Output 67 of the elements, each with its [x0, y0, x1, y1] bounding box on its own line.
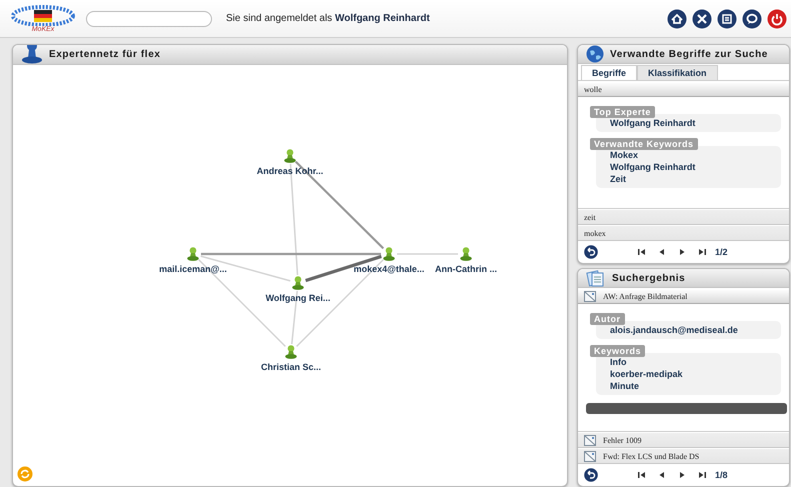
list-item[interactable]: Fwd: Flex LCS und Blade DS: [578, 448, 789, 464]
list-item[interactable]: mokex: [578, 225, 789, 241]
person-icon[interactable]: [285, 345, 297, 359]
entry-text[interactable]: Info: [610, 357, 769, 367]
person-icon[interactable]: [383, 247, 395, 261]
item-title: mokex: [584, 228, 606, 238]
first-page-icon[interactable]: [638, 471, 646, 479]
person-icon[interactable]: [284, 149, 296, 163]
first-page-icon[interactable]: [638, 248, 646, 256]
item-title: Fehler 1009: [603, 436, 642, 444]
section-label: Verwandte Keywords: [590, 138, 698, 150]
node-label[interactable]: Wolfgang Rei...: [266, 293, 330, 303]
next-page-icon[interactable]: [678, 471, 686, 479]
entry-text[interactable]: Mokex: [610, 150, 769, 160]
previous-page-icon[interactable]: [658, 248, 666, 256]
search-field[interactable]: [86, 10, 212, 26]
entry-text[interactable]: Zeit: [610, 174, 769, 184]
list-item[interactable]: Fehler 1009: [578, 432, 789, 448]
node-label[interactable]: mokex4@thale...: [354, 264, 424, 274]
list-item[interactable]: AW: Anfrage Bildmaterial: [578, 288, 789, 304]
item-title: AW: Anfrage Bildmaterial: [603, 292, 688, 300]
last-page-icon[interactable]: [698, 248, 706, 256]
documents-icon: [586, 269, 606, 287]
next-page-icon[interactable]: [678, 248, 686, 256]
item-title: Fwd: Flex LCS und Blade DS: [603, 452, 700, 460]
node-label[interactable]: mail.iceman@...: [159, 264, 227, 274]
section-label: Top Experte: [590, 106, 655, 118]
item-title: zeit: [584, 212, 596, 222]
tab[interactable]: Begriffe: [581, 65, 638, 80]
node-label[interactable]: Ann-Cathrin ...: [435, 264, 497, 274]
chat-icon[interactable]: [742, 8, 762, 28]
logo-icon: [10, 4, 76, 26]
section-label: Autor: [590, 313, 624, 325]
login-text: Sie sind angemeldet als Wolfgang Reinhardt: [226, 13, 431, 24]
entry-text[interactable]: Wolfgang Reinhardt: [610, 118, 769, 128]
envelope-icon: [584, 434, 596, 446]
envelope-icon: [584, 450, 596, 462]
person-icon: [21, 45, 43, 64]
last-page-icon[interactable]: [698, 471, 706, 479]
connector-line: [397, 253, 458, 255]
entry-text[interactable]: Minute: [610, 381, 769, 391]
power-icon[interactable]: [767, 8, 787, 28]
envelope-icon: [584, 290, 596, 302]
list-item[interactable]: wolle: [578, 81, 789, 97]
globe-icon: [586, 45, 604, 63]
panel-title: Expertennetz für flex: [49, 49, 161, 60]
previous-page-icon[interactable]: [658, 471, 666, 479]
page-count: 1/8: [715, 470, 728, 480]
home-icon[interactable]: [667, 8, 687, 28]
node-label[interactable]: Christian Sc...: [260, 362, 322, 372]
entry-text[interactable]: koerber-medipak: [610, 369, 769, 379]
entry-text[interactable]: Wolfgang Reinhardt: [610, 162, 769, 172]
tab[interactable]: Klassifikation: [637, 65, 718, 80]
list-icon[interactable]: [717, 8, 737, 28]
list-item[interactable]: zeit: [578, 209, 789, 225]
person-icon[interactable]: [460, 247, 472, 261]
person-icon[interactable]: [187, 247, 199, 261]
item-title: wolle: [584, 84, 602, 94]
back-icon[interactable]: [584, 468, 598, 482]
panel-title: Verwandte Begriffe zur Suche: [610, 48, 768, 60]
section-label: Keywords: [590, 345, 646, 357]
page-count: 1/2: [715, 247, 728, 257]
panel-title: Suchergebnis: [612, 272, 686, 284]
node-label[interactable]: Andreas Kohr...: [256, 166, 324, 176]
entry-text[interactable]: alois.jandausch@mediseal.de: [610, 325, 769, 335]
back-icon[interactable]: [584, 245, 598, 259]
person-icon[interactable]: [292, 276, 304, 290]
